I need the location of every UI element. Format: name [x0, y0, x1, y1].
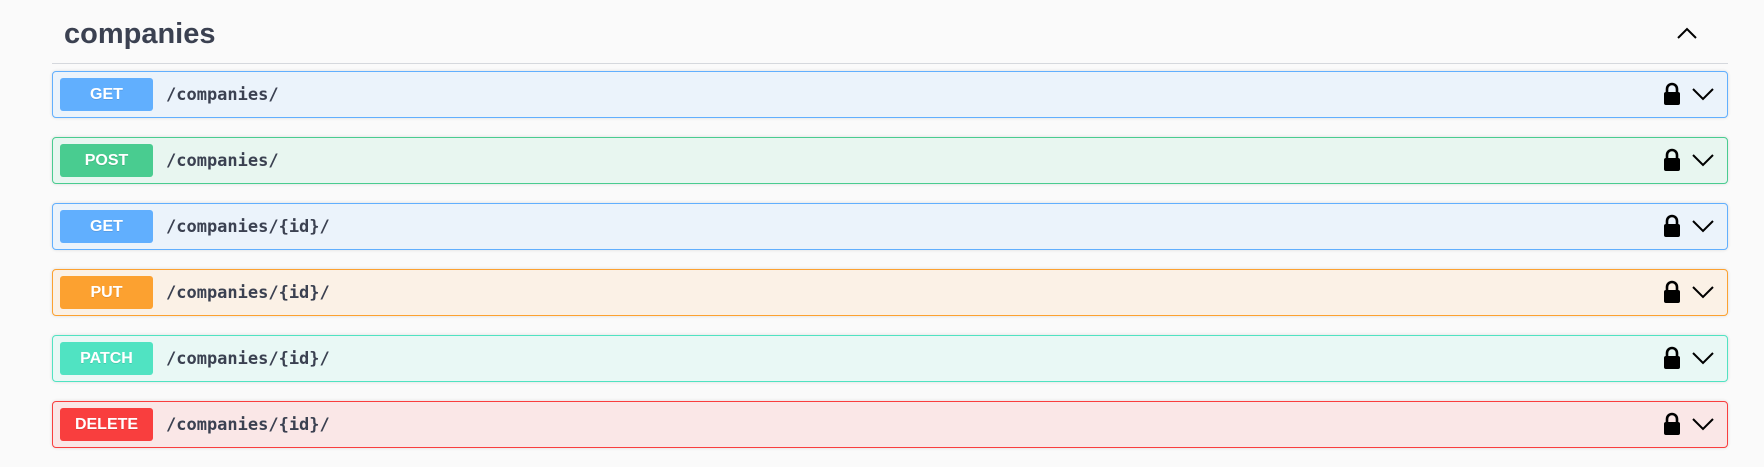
operation-delete-company[interactable]: DELETE /companies/{id}/ — [52, 401, 1728, 448]
chevron-down-icon[interactable] — [1691, 414, 1715, 434]
chevron-up-icon — [1677, 27, 1697, 39]
operation-path: /companies/{id}/ — [166, 349, 330, 369]
lock-icon[interactable] — [1662, 148, 1682, 172]
lock-icon[interactable] — [1662, 214, 1682, 238]
operation-get-company-by-id[interactable]: GET /companies/{id}/ — [52, 203, 1728, 250]
method-badge: GET — [60, 210, 153, 243]
section-title: companies — [64, 18, 216, 50]
operation-patch-company[interactable]: PATCH /companies/{id}/ — [52, 335, 1728, 382]
chevron-down-icon[interactable] — [1691, 216, 1715, 236]
operation-get-companies[interactable]: GET /companies/ — [52, 71, 1728, 118]
operation-path: /companies/{id}/ — [166, 415, 330, 435]
method-badge: GET — [60, 78, 153, 111]
operation-path: /companies/{id}/ — [166, 217, 330, 237]
chevron-down-icon[interactable] — [1691, 84, 1715, 104]
section-header[interactable]: companies — [52, 0, 1728, 64]
method-badge: PUT — [60, 276, 153, 309]
chevron-down-icon[interactable] — [1691, 282, 1715, 302]
tag-section-companies: companies GET /companies/ POST /companie… — [52, 0, 1728, 448]
lock-icon[interactable] — [1662, 82, 1682, 106]
chevron-down-icon[interactable] — [1691, 150, 1715, 170]
chevron-down-icon[interactable] — [1691, 348, 1715, 368]
operation-path: /companies/{id}/ — [166, 283, 330, 303]
method-badge: DELETE — [60, 408, 153, 441]
operation-post-companies[interactable]: POST /companies/ — [52, 137, 1728, 184]
method-badge: POST — [60, 144, 153, 177]
lock-icon[interactable] — [1662, 346, 1682, 370]
operation-put-company[interactable]: PUT /companies/{id}/ — [52, 269, 1728, 316]
operations-list: GET /companies/ POST /companies/ GET /co… — [52, 71, 1728, 467]
lock-icon[interactable] — [1662, 280, 1682, 304]
method-badge: PATCH — [60, 342, 153, 375]
collapse-section-button[interactable] — [1672, 20, 1702, 46]
lock-icon[interactable] — [1662, 412, 1682, 436]
operation-path: /companies/ — [166, 85, 279, 105]
operation-path: /companies/ — [166, 151, 279, 171]
